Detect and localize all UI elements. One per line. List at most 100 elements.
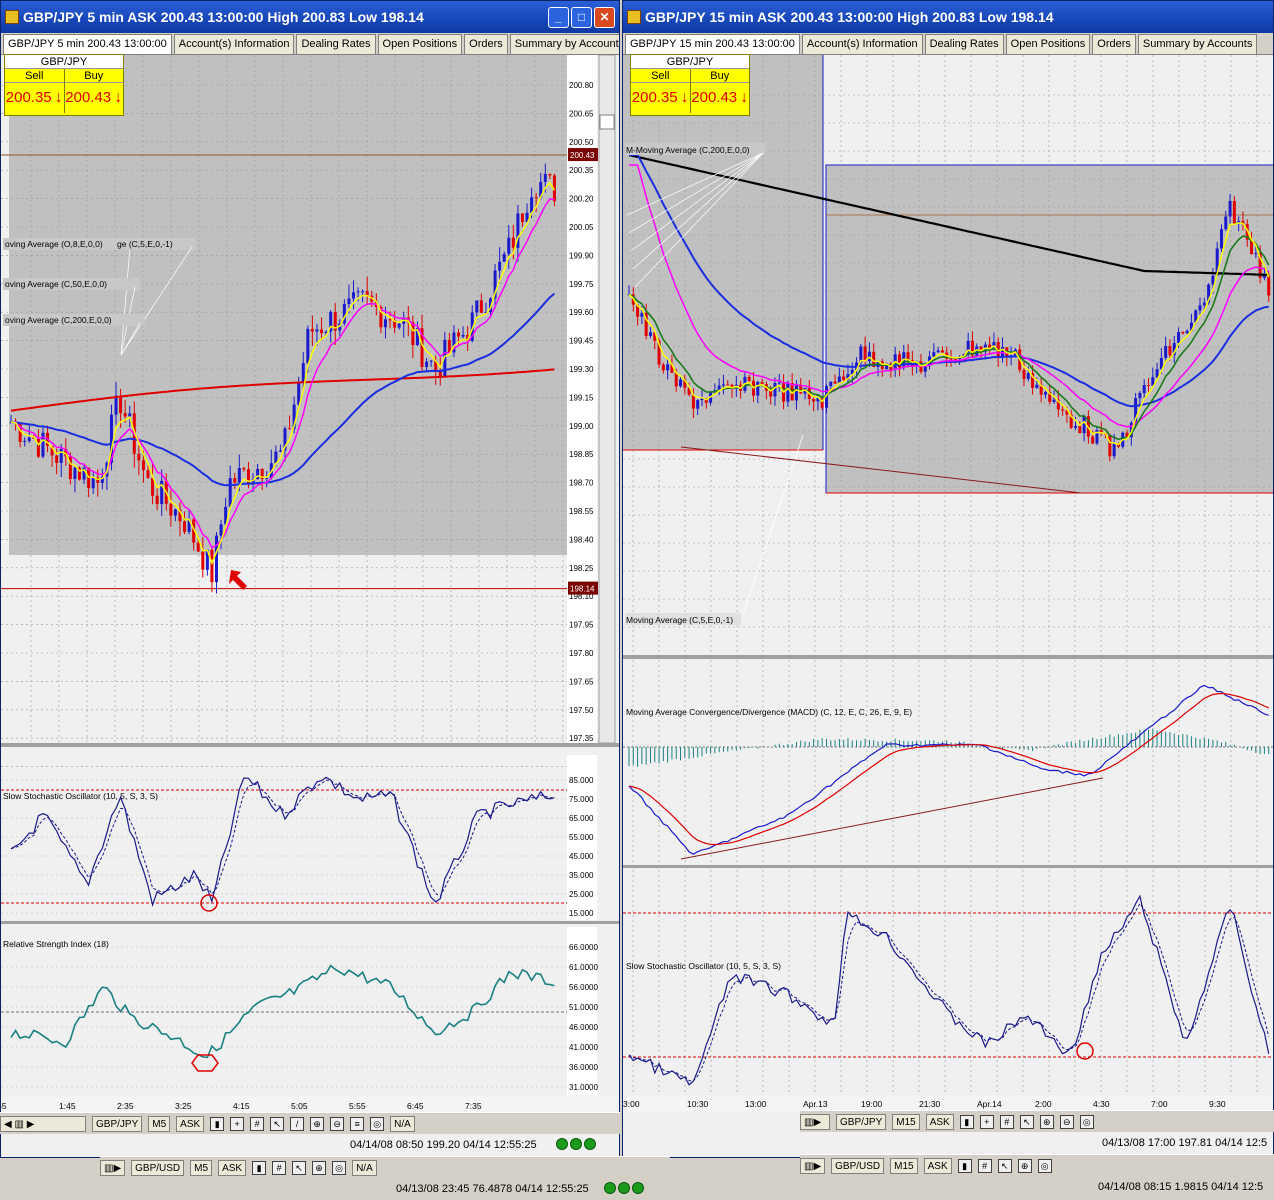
period-selector[interactable]: M15 (892, 1113, 920, 1130)
left-chart-area[interactable]: 200.80 200.65 200.50 200.35 200.20 200.05 199.… (1, 55, 620, 1158)
zoom-in-icon[interactable]: ⊕ (1017, 1158, 1032, 1173)
tab-dealing-rates[interactable]: Dealing Rates (924, 34, 1004, 54)
tab-orders[interactable]: Orders (464, 34, 508, 54)
grid-icon[interactable]: # (250, 1116, 265, 1131)
candle-body (674, 372, 678, 387)
cursor-icon[interactable]: ↖ (292, 1160, 307, 1175)
zoom-in-icon[interactable]: ⊕ (310, 1116, 325, 1131)
candle-body (696, 400, 700, 409)
buy-column[interactable]: Buy 200.43 ↓ (64, 69, 123, 113)
tab-open-positions[interactable]: Open Positions (377, 34, 463, 54)
tab-orders[interactable]: Orders (1092, 34, 1136, 54)
buy-column[interactable]: Buy 200.43 ↓ (690, 69, 749, 113)
period-selector[interactable]: M5 (190, 1159, 213, 1176)
down-arrow-icon: ↓ (740, 89, 749, 106)
zoom-out-icon[interactable]: ⊖ (330, 1116, 345, 1131)
na-selector[interactable]: N/A (352, 1159, 377, 1176)
grid-icon[interactable]: # (999, 1114, 1014, 1129)
stoch-tick-label: 75.000 (569, 795, 594, 804)
left-status-text: 04/14/08 08:50 199.20 04/14 12:55:25 (350, 1139, 537, 1151)
rsi-tick-label: 31.0000 (569, 1083, 598, 1092)
panel-divider (1, 921, 619, 924)
tab-summary[interactable]: Summary by Accounts (1137, 34, 1258, 54)
close-button[interactable]: ✕ (594, 7, 615, 28)
tab-chart[interactable]: GBP/JPY 15 min 200.43 13:00:00 (625, 34, 800, 54)
scroll-button[interactable]: ▥▶ (800, 1157, 826, 1174)
left-dealing-ticket[interactable]: GBP/JPY Sell 200.35 ↓ Buy 200.43 ↓ (4, 54, 124, 116)
fibonacci-icon[interactable]: ≡ (350, 1116, 365, 1131)
price-tick-label: 197.65 (569, 677, 594, 686)
down-arrow-icon: ↓ (114, 89, 123, 106)
candle-icon[interactable]: ▮ (210, 1116, 225, 1131)
zoom-in-icon[interactable]: ⊕ (1039, 1114, 1054, 1129)
candle-body (1262, 275, 1266, 278)
side-selector[interactable]: ASK (925, 1113, 954, 1130)
candle-body (498, 261, 502, 271)
tab-chart[interactable]: GBP/JPY 5 min 200.43 13:00:00 (3, 34, 172, 54)
candle-body (146, 470, 150, 478)
candle-body (530, 197, 534, 213)
grid-icon[interactable]: # (977, 1158, 992, 1173)
candle-icon[interactable]: ▮ (252, 1160, 267, 1175)
sell-column[interactable]: Sell 200.35 ↓ (631, 69, 691, 113)
right-chart-area[interactable]: M-Moving Average (C,200,E,0,0) Moving Ave… (623, 55, 1274, 1158)
candle-body (388, 319, 392, 321)
stoch-tick-label: 45.000 (569, 852, 594, 861)
scroll-left-button[interactable]: ◀ ▥ ▶ (0, 1115, 86, 1132)
side-selector[interactable]: ASK (923, 1157, 952, 1174)
right-dealing-ticket[interactable]: GBP/JPY Sell 200.35 ↓ Buy 200.43 ↓ (630, 54, 750, 116)
status-ok-icon (584, 1138, 596, 1150)
scroll-button[interactable]: ▥▶ (800, 1113, 830, 1130)
candle-icon[interactable]: ▮ (959, 1114, 974, 1129)
tab-accounts[interactable]: Account(s) Information (173, 34, 295, 54)
crosshair-icon[interactable]: + (979, 1114, 994, 1129)
candle-body (36, 438, 40, 457)
candle-body (1091, 436, 1095, 444)
line-tool-icon[interactable]: / (290, 1116, 305, 1131)
candle-icon[interactable]: ▮ (957, 1158, 972, 1173)
minimize-button[interactable]: _ (548, 7, 569, 28)
side-selector[interactable]: ASK (176, 1115, 205, 1132)
tab-accounts[interactable]: Account(s) Information (801, 34, 923, 54)
target-icon[interactable]: ◎ (370, 1116, 385, 1131)
candle-body (196, 542, 200, 552)
target-icon[interactable]: ◎ (1037, 1158, 1052, 1173)
target-icon[interactable]: ◎ (1079, 1114, 1094, 1129)
left-title-bar[interactable]: GBP/JPY 5 min ASK 200.43 13:00:00 High 2… (1, 1, 619, 33)
pair-selector[interactable]: GBP/USD (131, 1159, 185, 1176)
candle-body (141, 460, 145, 471)
price-tick-label: 198.55 (569, 507, 594, 516)
candle-body (155, 495, 159, 505)
grid-icon[interactable]: # (272, 1160, 287, 1175)
sell-column[interactable]: Sell 200.35 ↓ (5, 69, 65, 113)
candle-body (726, 384, 730, 386)
tab-summary[interactable]: Summary by Accounts (509, 34, 619, 54)
zoom-out-icon[interactable]: ⊖ (1059, 1114, 1074, 1129)
cursor-icon[interactable]: ↖ (270, 1116, 285, 1131)
cursor-icon[interactable]: ↖ (1019, 1114, 1034, 1129)
candle-body (475, 300, 479, 313)
period-selector[interactable]: M15 (890, 1157, 918, 1174)
time-tick-label: 7:35 (465, 1101, 482, 1111)
zoom-in-icon[interactable]: ⊕ (312, 1160, 327, 1175)
cursor-icon[interactable]: ↖ (997, 1158, 1012, 1173)
price-tick-label: 200.20 (569, 195, 594, 204)
na-selector[interactable]: N/A (390, 1115, 415, 1132)
candle-body (1185, 330, 1189, 334)
pair-selector[interactable]: GBP/USD (831, 1157, 885, 1174)
time-tick-label: 1:45 (59, 1101, 76, 1111)
candle-body (320, 329, 324, 334)
ticket-pair: GBP/JPY (631, 55, 749, 69)
target-icon[interactable]: ◎ (332, 1160, 347, 1175)
crosshair-icon[interactable]: + (230, 1116, 245, 1131)
period-selector[interactable]: M5 (148, 1115, 171, 1132)
scroll-button[interactable]: ▥▶ (100, 1159, 126, 1176)
pair-selector[interactable]: GBP/JPY (836, 1113, 887, 1130)
right-title-bar[interactable]: GBP/JPY 15 min ASK 200.43 13:00:00 High … (623, 1, 1273, 33)
tab-dealing-rates[interactable]: Dealing Rates (296, 34, 376, 54)
tab-open-positions[interactable]: Open Positions (1005, 34, 1091, 54)
side-selector[interactable]: ASK (218, 1159, 247, 1176)
price-tick-label: 200.05 (569, 223, 594, 232)
maximize-button[interactable]: □ (571, 7, 592, 28)
pair-selector[interactable]: GBP/JPY (92, 1115, 143, 1132)
